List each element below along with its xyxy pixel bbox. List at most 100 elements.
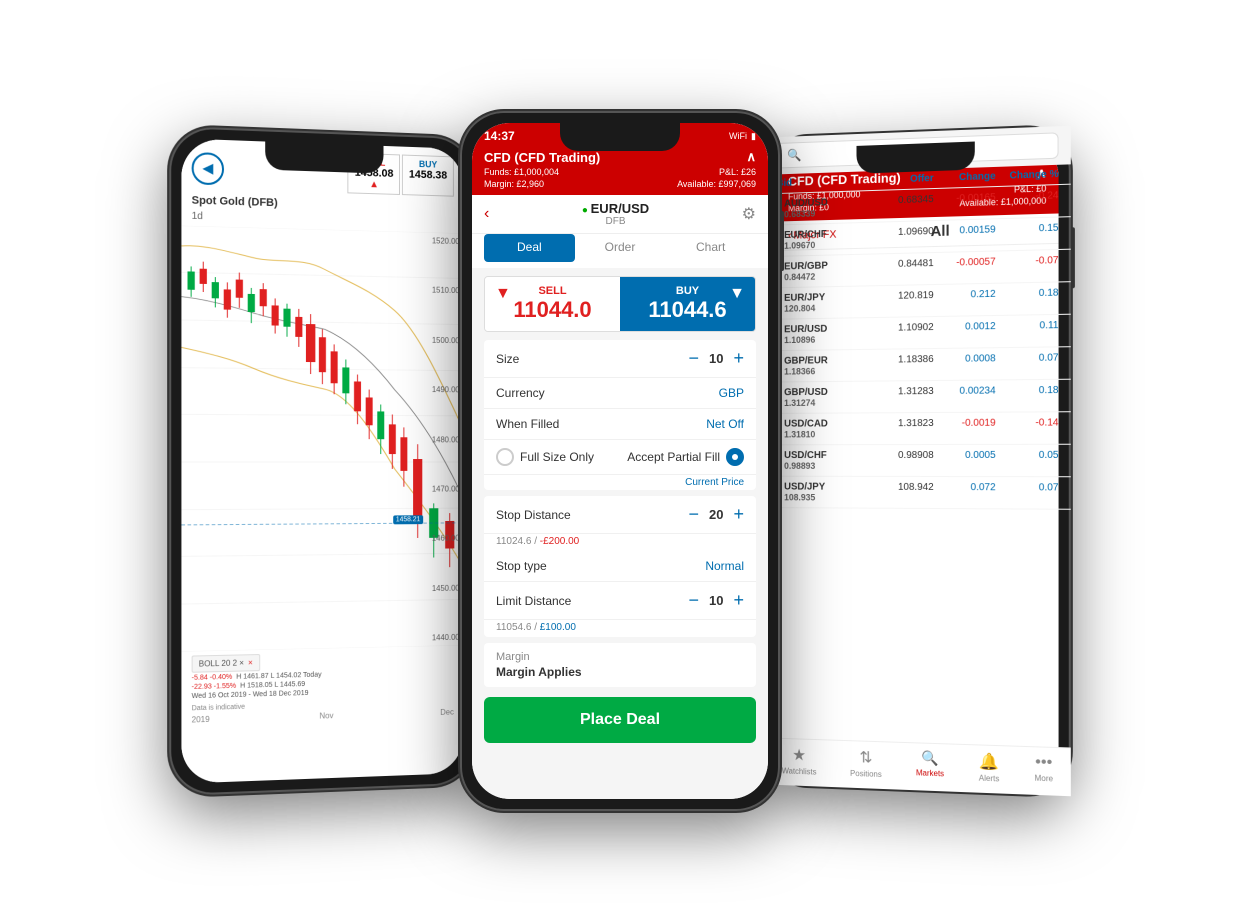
nav-positions[interactable]: ⇅ Positions [850,747,882,779]
stop-pl: -£200.00 [540,536,579,547]
nav-alerts[interactable]: 🔔 Alerts [979,751,1000,783]
deal-back-button[interactable]: ‹ [484,205,489,223]
offer-4: 1.10902 [873,322,934,344]
pair-0: AUD/USD [784,197,828,209]
chart-sell-box[interactable]: SELL 1458.08 ▲ [348,153,400,195]
bid-sub-4: 1.10896 [784,335,827,345]
change-5: 0.0008 [934,353,996,375]
offer-6: 1.31283 [873,386,934,407]
market-row-5[interactable]: ● GBP/EUR 1.18366 1.18386 0.0008 0.07 [777,347,1059,382]
margin-applies-value: Margin Applies [496,665,744,679]
bid-sub-5: 1.18366 [784,366,828,376]
mkt-bottom-nav: ★ Watchlists ⇅ Positions 🔍 Markets 🔔 Ale… [777,737,1059,783]
tab-deal[interactable]: Deal [484,234,575,262]
market-row-9[interactable]: ● USD/JPY 108.935 108.942 0.072 0.07 [777,477,1059,510]
limit-pl: £100.00 [540,622,576,633]
deal-when-filled-row: When Filled Net Off [484,409,756,440]
market-row-7[interactable]: ● USD/CAD 1.31810 1.31823 -0.0019 -0.14 [777,412,1059,445]
market-row-4[interactable]: ● EUR/USD 1.10896 1.10902 0.0012 0.11 [777,315,1059,352]
stop-plus-button[interactable]: + [733,504,744,525]
deal-cfd-close-icon[interactable]: ∧ [746,149,756,165]
price-1500: 1500.00 [432,336,460,345]
mkt-search-input[interactable]: 🔍 [777,138,1059,168]
price-1520: 1520.00 [432,236,460,246]
pair-3: EUR/JPY [784,292,825,304]
pair-name-5: ● GBP/EUR 1.18366 [777,355,873,377]
change-pct-8: 0.05 [996,450,1059,471]
change-3: 0.212 [934,289,996,311]
mkt-content: 🔍 Bid Offer Change Change % ● AUD/USD [777,138,1059,739]
deal-settings-icon[interactable]: ⚙ [742,204,756,224]
boll-close[interactable]: × [248,658,253,667]
deal-sell-box[interactable]: ▼ SELL 11044.0 [485,277,620,331]
change-pct-5: 0.07 [996,352,1059,374]
market-row-6[interactable]: ● GBP/USD 1.31274 1.31283 0.00234 0.18 [777,380,1059,414]
pair-name-7: ● USD/CAD 1.31810 [777,418,873,439]
price-1510: 1510.00 [432,286,460,295]
pair-5: GBP/EUR [784,355,828,366]
tab-order[interactable]: Order [575,234,666,262]
deal-green-dot: ● [582,205,591,216]
stop-minus-button[interactable]: − [689,504,700,525]
stop-level: 11024.6 [496,536,531,547]
date-dec: Dec [440,708,454,717]
candlestick-chart [181,226,463,652]
nav-markets[interactable]: 🔍 Markets [916,749,944,781]
nav-watchlists[interactable]: ★ Watchlists [782,745,817,777]
place-deal-button[interactable]: Place Deal [484,697,756,743]
deal-buy-box[interactable]: BUY 11044.6 ▼ [620,277,755,331]
limit-plus-button[interactable]: + [733,590,744,611]
deal-margin-section: Margin Margin Applies [484,643,756,687]
stat4: H 1518.05 L 1445.69 [240,681,305,690]
phone-markets-screen: 10:11 WiFi ▮ CFD (CFD Trading) ∧ Funds: … [777,138,1059,783]
watchlists-label: Watchlists [782,766,817,776]
market-row-3[interactable]: ● EUR/JPY 120.804 120.819 0.212 0.18 [777,282,1059,320]
deal-instrument-center: ● EUR/USD DFB [582,201,649,227]
market-row-8[interactable]: ● USD/CHF 0.98893 0.98908 0.0005 0.05 [777,445,1059,478]
stop-distance-label: Stop Distance [496,508,571,522]
stat1: -5.84 -0.40% [192,674,233,682]
stop-type-row: Stop type Normal [484,551,756,582]
limit-minus-button[interactable]: − [689,590,700,611]
pair-7: USD/CAD [784,419,828,430]
chart-buy-box[interactable]: BUY 1458.38 [402,155,454,197]
partial-fill-radio[interactable] [726,448,744,466]
change-9: 0.072 [934,482,996,503]
offer-9: 108.942 [873,482,934,503]
offer-2: 0.84481 [873,258,934,280]
nav-more[interactable]: ••• More [1035,753,1054,783]
offer-5: 1.18386 [873,354,934,376]
deal-cfd-available: Available: £997,069 [677,179,756,189]
chart-area[interactable]: 1520.00 1510.00 1500.00 1490.00 1480.00 … [181,226,463,652]
size-plus-button[interactable]: + [733,348,744,369]
phone-chart-screen: ◀ SELL 1458.08 ▲ BUY 1458.38 Spot Gold [181,138,463,783]
price-1490: 1490.00 [432,385,460,394]
bid-sub-6: 1.31274 [784,398,828,408]
offer-0: 0.68345 [873,194,934,217]
margin-label: Margin [496,651,744,663]
full-size-radio[interactable] [496,448,514,466]
change-7: -0.0019 [934,418,996,439]
boll-label: BOLL 20 2 × [199,658,244,668]
price-1480: 1480.00 [432,435,460,444]
phone-chart: ◀ SELL 1458.08 ▲ BUY 1458.38 Spot Gold [169,126,475,796]
pair-6: GBP/USD [784,387,828,398]
stop-distance-row: Stop Distance − 20 + [484,496,756,534]
col-header-change: Change [934,171,996,184]
deal-toggle-row: Full Size Only Accept Partial Fill [484,440,756,475]
size-value: 10 [709,351,723,366]
deal-sell-label: SELL [493,285,612,297]
size-minus-button[interactable]: − [689,348,700,369]
offer-1: 1.09690 [873,226,934,249]
chart-bottom-info: BOLL 20 2 × × -5.84 -0.40% H 1461.87 L 1… [181,646,463,705]
chart-back-button[interactable]: ◀ [192,151,224,184]
boll-indicator: BOLL 20 2 × × [192,654,260,673]
markets-label: Markets [916,768,944,778]
tab-chart[interactable]: Chart [665,234,756,262]
positions-icon: ⇅ [859,747,872,767]
markets-icon: 🔍 [921,750,938,768]
stop-level-label: 11024.6 / -£200.00 [484,534,756,551]
bid-sub-8: 0.98893 [784,461,827,471]
bid-sub-3: 120.804 [784,303,825,314]
pair-1: EUR/CHF [784,229,827,241]
